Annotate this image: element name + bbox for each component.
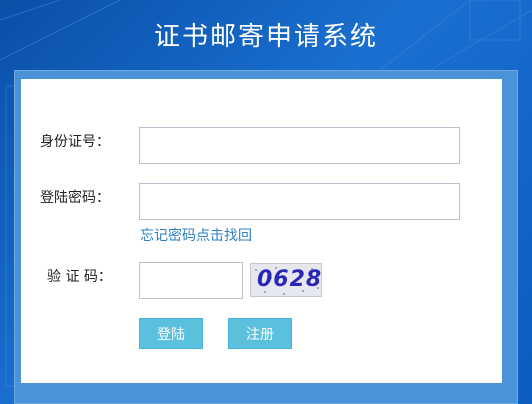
password-input[interactable] [139,183,460,220]
register-button[interactable]: 注册 [228,318,292,349]
captcha-input[interactable] [139,262,243,299]
page-title: 证书邮寄申请系统 [153,22,378,52]
captcha-code: 0628 [257,267,322,292]
id-number-label: 身份证号： [40,134,110,150]
captcha-image[interactable]: 0628 [250,263,322,297]
login-button[interactable]: 登陆 [139,318,203,349]
forgot-password-link[interactable]: 忘记密码点击找回 [140,225,252,245]
captcha-label: 验 证 码： [47,269,112,285]
password-label: 登陆密码： [40,190,110,206]
id-number-input[interactable] [139,127,460,164]
